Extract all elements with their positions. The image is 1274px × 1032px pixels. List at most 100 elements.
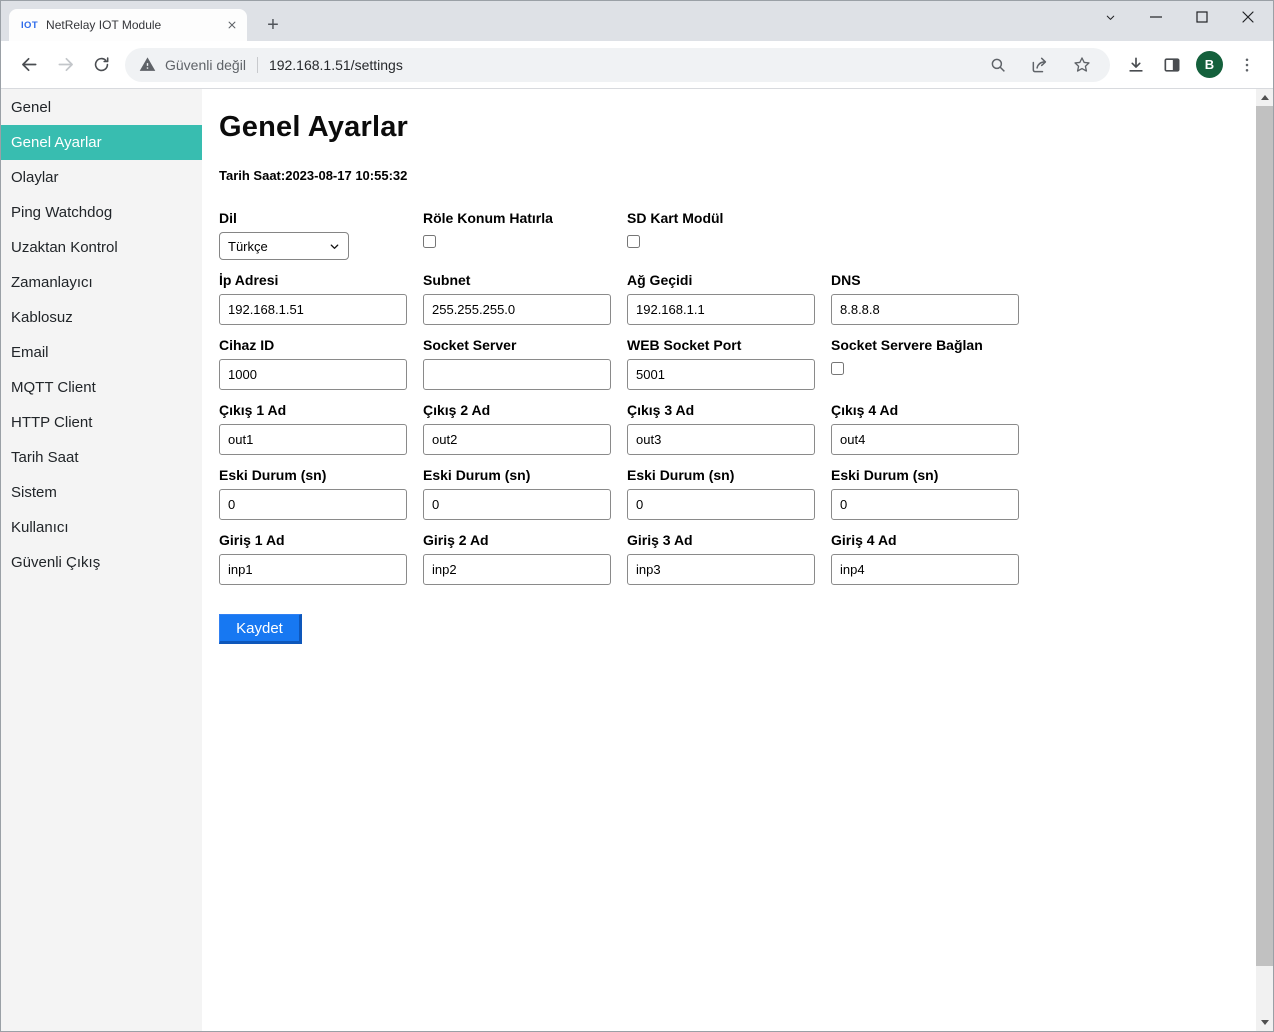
maximize-button[interactable] [1179,1,1225,33]
triangle-up-icon [1261,95,1269,100]
cikis-3-ad-label: Çıkış 3 Ad [627,402,831,418]
back-button[interactable] [13,49,45,81]
sidebar-item-genel[interactable]: Genel [1,90,202,125]
profile-avatar[interactable]: B [1196,51,1223,78]
browser-menu-button[interactable] [1231,49,1263,81]
omnibox-actions [980,49,1100,81]
cikis-2-ad-input[interactable] [423,424,611,455]
sidebar-item-tarih-saat[interactable]: Tarih Saat [1,440,202,475]
eski-durum-1-input[interactable] [219,489,407,520]
sidebar-item-uzaktan-kontrol[interactable]: Uzaktan Kontrol [1,230,202,265]
cikis-3-ad-input[interactable] [627,424,815,455]
giris-1-ad-label: Giriş 1 Ad [219,532,423,548]
subnet-input[interactable] [423,294,611,325]
forward-button[interactable] [49,49,81,81]
sidebar-item-olaylar[interactable]: Olaylar [1,160,202,195]
not-secure-warning-icon [139,56,156,73]
sidebar-item-mqtt-client[interactable]: MQTT Client [1,370,202,405]
eski-durum-1-label: Eski Durum (sn) [219,467,423,483]
datetime-label: Tarih Saat:2023-08-17 10:55:32 [219,168,1256,183]
kebab-menu-icon [1238,56,1256,74]
scrollbar-thumb[interactable] [1256,106,1273,966]
cikis-1-ad-label: Çıkış 1 Ad [219,402,423,418]
downloads-button[interactable] [1120,49,1152,81]
new-tab-button[interactable]: + [259,11,287,39]
eski-durum-4-input[interactable] [831,489,1019,520]
security-status-label[interactable]: Güvenli değil [165,57,246,73]
browser-toolbar: Güvenli değil 192.168.1.51/settings B [1,41,1273,89]
ip-adresi-input[interactable] [219,294,407,325]
share-icon [1030,55,1050,75]
eski-durum-2-input[interactable] [423,489,611,520]
web-socket-port-input[interactable] [627,359,815,390]
giris-3-ad-input[interactable] [627,554,815,585]
scroll-up-button[interactable] [1256,89,1273,106]
cikis-4-ad-input[interactable] [831,424,1019,455]
share-button[interactable] [1024,49,1056,81]
socket-server-label: Socket Server [423,337,627,353]
tab-close-button[interactable] [223,16,241,34]
sidebar-item-genel-ayarlar[interactable]: Genel Ayarlar [1,125,202,160]
sidebar-item-guvenli-cikis[interactable]: Güvenli Çıkış [1,545,202,580]
sd-kart-modul-label: SD Kart Modül [627,210,831,226]
field-giris-1-ad: Giriş 1 Ad [219,532,423,585]
dns-input[interactable] [831,294,1019,325]
browser-window: IOT NetRelay IOT Module + [0,0,1274,1032]
field-socket-server: Socket Server [423,337,627,390]
bookmark-button[interactable] [1066,49,1098,81]
window-controls [1087,1,1271,33]
ip-adresi-label: İp Adresi [219,272,423,288]
scroll-down-button[interactable] [1256,1014,1273,1031]
field-cikis-3-ad: Çıkış 3 Ad [627,402,831,455]
socket-server-input[interactable] [423,359,611,390]
eski-durum-3-label: Eski Durum (sn) [627,467,831,483]
reload-button[interactable] [85,49,117,81]
dil-select[interactable]: Türkçe [219,232,349,260]
url-text[interactable]: 192.168.1.51/settings [269,57,980,73]
side-panel-button[interactable] [1156,49,1188,81]
close-icon [225,18,239,32]
tab-search-button[interactable] [1087,1,1133,33]
sidebar-item-zamanlayici[interactable]: Zamanlayıcı [1,265,202,300]
web-socket-port-label: WEB Socket Port [627,337,831,353]
form-row: Eski Durum (sn) Eski Durum (sn) Eski Dur… [219,467,1256,520]
sidebar-item-email[interactable]: Email [1,335,202,370]
eski-durum-3-input[interactable] [627,489,815,520]
cikis-1-ad-input[interactable] [219,424,407,455]
eski-durum-2-label: Eski Durum (sn) [423,467,627,483]
role-konum-hatirla-checkbox[interactable] [423,235,436,248]
socket-servere-baglan-checkbox[interactable] [831,362,844,375]
sidebar-nav: Genel Genel Ayarlar Olaylar Ping Watchdo… [1,89,202,1031]
sidebar-item-http-client[interactable]: HTTP Client [1,405,202,440]
cihaz-id-input[interactable] [219,359,407,390]
close-window-button[interactable] [1225,1,1271,33]
field-ag-gecidi: Ağ Geçidi [627,272,831,325]
giris-2-ad-input[interactable] [423,554,611,585]
triangle-down-icon [1261,1020,1269,1025]
close-icon [1241,10,1255,24]
sidebar-item-kablosuz[interactable]: Kablosuz [1,300,202,335]
sidebar-item-kullanici[interactable]: Kullanıcı [1,510,202,545]
giris-4-ad-input[interactable] [831,554,1019,585]
giris-1-ad-input[interactable] [219,554,407,585]
form-row: İp Adresi Subnet Ağ Geçidi DNS [219,272,1256,325]
address-bar[interactable]: Güvenli değil 192.168.1.51/settings [125,48,1110,82]
sd-kart-modul-checkbox[interactable] [627,235,640,248]
field-cikis-1-ad: Çıkış 1 Ad [219,402,423,455]
dns-label: DNS [831,272,1035,288]
field-cikis-4-ad: Çıkış 4 Ad [831,402,1035,455]
save-button[interactable]: Kaydet [219,614,302,644]
form-row: Dil Türkçe Röle Konum Hatırla SD Kart Mo… [219,210,1256,260]
minimize-button[interactable] [1133,1,1179,33]
browser-tab[interactable]: IOT NetRelay IOT Module [9,9,247,41]
reload-icon [92,55,111,74]
site-favicon-icon: IOT [21,20,38,31]
ag-gecidi-input[interactable] [627,294,815,325]
field-eski-durum-4: Eski Durum (sn) [831,467,1035,520]
sidebar-item-ping-watchdog[interactable]: Ping Watchdog [1,195,202,230]
search-button[interactable] [982,49,1014,81]
field-eski-durum-1: Eski Durum (sn) [219,467,423,520]
maximize-icon [1196,11,1208,23]
vertical-scrollbar[interactable] [1256,89,1273,1031]
sidebar-item-sistem[interactable]: Sistem [1,475,202,510]
